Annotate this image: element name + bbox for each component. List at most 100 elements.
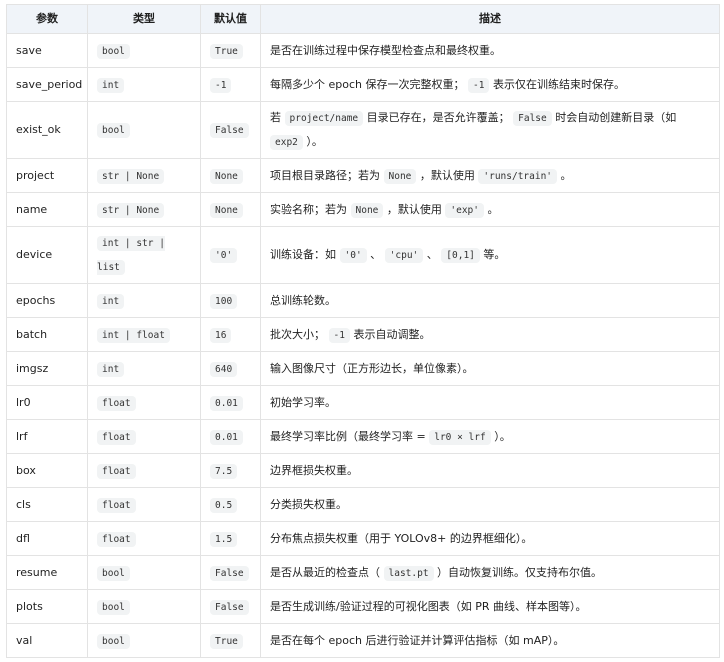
param-cell: epochs (6, 283, 88, 318)
default-code: False (210, 599, 249, 615)
type-cell: int (87, 283, 201, 318)
table-row: name str | None None 实验名称；若为 None ，默认使用 'ex… (6, 192, 720, 227)
type-code: float (97, 497, 136, 513)
header-type: 类型 (87, 4, 201, 34)
type-cell: bool (87, 555, 201, 590)
description-text: 边界框损失权重。 (270, 464, 358, 477)
type-cell: int | float (87, 317, 201, 352)
table-row: plots bool False 是否生成训练/验证过程的可视化图表（如 PR 曲线、… (6, 589, 720, 624)
table-row: epochs int 100 总训练轮数。 (6, 283, 720, 318)
table-row: project str | None None 项目根目录路径；若为 None ，默认… (6, 158, 720, 193)
inline-code: lr0 × lrf (429, 429, 491, 445)
inline-code: 'exp' (445, 202, 484, 218)
parameter-table: 参数 类型 默认值 描述 save bool True 是否在训练过程中保存模型检查点… (6, 4, 720, 658)
description-text: 最终学习率比例（最终学习率 = (270, 429, 430, 443)
param-cell: save (6, 33, 88, 68)
description-text: 输入图像尺寸（正方形边长，单位像素）。 (270, 362, 474, 375)
inline-code: 'cpu' (384, 248, 424, 263)
default-code: 100 (210, 293, 238, 309)
description-cell: 总训练轮数。 (260, 283, 720, 318)
type-cell: int (87, 351, 201, 386)
param-cell: imgsz (6, 351, 88, 386)
description-text: 是否从最近的检查点（ (270, 565, 384, 579)
description-cell: 每隔多少个 epoch 保存一次完整权重； -1 表示仅在训练结束时保存。 (260, 67, 720, 102)
param-cell: batch (6, 317, 88, 352)
table-container: 参数 类型 默认值 描述 save bool True 是否在训练过程中保存模型检查点… (6, 4, 720, 658)
description-text: 若 (270, 111, 285, 124)
description-text: 目录已存在，是否允许覆盖； (363, 111, 514, 124)
type-code: str | None (97, 168, 165, 184)
default-cell: 0.01 (200, 419, 261, 454)
default-code: 0.01 (210, 395, 243, 411)
table-header-row: 参数 类型 默认值 描述 (6, 4, 720, 34)
default-code: '0' (210, 248, 238, 263)
description-cell: 训练设备：如 '0' 、 'cpu' 、 [0,1] 等。 (260, 226, 720, 284)
type-code: int (97, 293, 125, 309)
description-cell: 若 project/name 目录已存在，是否允许覆盖； False 时会自动创… (260, 101, 720, 159)
description-text: 。 (557, 168, 572, 182)
default-code: None (210, 202, 243, 218)
description-text: 、 (366, 248, 385, 261)
default-cell: 0.01 (200, 385, 261, 420)
description-cell: 最终学习率比例（最终学习率 = lr0 × lrf ）。 (260, 419, 720, 454)
inline-code: None (383, 168, 417, 184)
description-cell: 项目根目录路径；若为 None ，默认使用 'runs/train' 。 (260, 158, 720, 193)
inline-code: '0' (339, 248, 367, 263)
param-cell: exist_ok (6, 101, 88, 159)
default-code: False (210, 565, 249, 581)
type-code: bool (97, 565, 130, 581)
default-cell: None (200, 158, 261, 193)
type-code: bool (97, 633, 130, 649)
inline-code: last.pt (383, 565, 434, 581)
table-body: save bool True 是否在训练过程中保存模型检查点和最终权重。 save_pe… (6, 33, 720, 658)
description-text: 表示仅在训练结束时保存。 (489, 77, 625, 91)
type-code: float (97, 463, 136, 479)
inline-code: 'runs/train' (478, 168, 558, 184)
description-cell: 是否在训练过程中保存模型检查点和最终权重。 (260, 33, 720, 68)
default-code: 0.01 (210, 429, 243, 445)
description-text: 每隔多少个 epoch 保存一次完整权重； (270, 77, 468, 91)
table-row: lrf float 0.01 最终学习率比例（最终学习率 = lr0 × lrf ）。 (6, 419, 720, 454)
table-row: lr0 float 0.01 初始学习率。 (6, 385, 720, 420)
default-cell: 640 (200, 351, 261, 386)
type-code: str | None (97, 202, 165, 218)
type-cell: int | str | list (87, 226, 201, 284)
table-row: save_period int -1 每隔多少个 epoch 保存一次完整权重； -1… (6, 67, 720, 102)
description-text: ）。 (490, 429, 511, 443)
header-default: 默认值 (200, 4, 261, 34)
table-row: resume bool False 是否从最近的检查点（ last.pt ）自动恢复训… (6, 555, 720, 590)
param-cell: save_period (6, 67, 88, 102)
description-cell: 实验名称；若为 None ，默认使用 'exp' 。 (260, 192, 720, 227)
table-row: dfl float 1.5 分布焦点损失权重（用于 YOLOv8+ 的边界框细化）。 (6, 521, 720, 556)
description-text: ，默认使用 (416, 168, 479, 182)
param-cell: plots (6, 589, 88, 624)
default-code: True (210, 633, 243, 649)
description-cell: 是否在每个 epoch 后进行验证并计算评估指标（如 mAP）。 (260, 623, 720, 658)
type-code: bool (97, 123, 130, 138)
type-code: float (97, 429, 136, 445)
table-row: imgsz int 640 输入图像尺寸（正方形边长，单位像素）。 (6, 351, 720, 386)
description-cell: 分类损失权重。 (260, 487, 720, 522)
type-cell: float (87, 453, 201, 488)
type-cell: int (87, 67, 201, 102)
default-code: -1 (210, 77, 232, 93)
description-text: 是否生成训练/验证过程的可视化图表（如 PR 曲线、样本图等）。 (270, 600, 587, 613)
description-cell: 是否生成训练/验证过程的可视化图表（如 PR 曲线、样本图等）。 (260, 589, 720, 624)
default-code: 640 (210, 361, 238, 377)
default-code: 7.5 (210, 463, 238, 479)
default-code: 1.5 (210, 531, 238, 547)
default-cell: 7.5 (200, 453, 261, 488)
description-text: 实验名称；若为 (270, 202, 351, 216)
description-text: 是否在每个 epoch 后进行验证并计算评估指标（如 mAP）。 (270, 634, 565, 647)
table-row: exist_ok bool False 若 project/name 目录已存在，是否… (6, 101, 720, 159)
type-cell: str | None (87, 192, 201, 227)
default-code: 16 (210, 327, 232, 343)
param-cell: val (6, 623, 88, 658)
header-description: 描述 (260, 4, 720, 34)
default-cell: True (200, 623, 261, 658)
type-cell: float (87, 419, 201, 454)
inline-code: [0,1] (441, 248, 480, 263)
description-text: ，默认使用 (383, 202, 446, 216)
param-cell: dfl (6, 521, 88, 556)
description-text: 总训练轮数。 (270, 294, 336, 307)
